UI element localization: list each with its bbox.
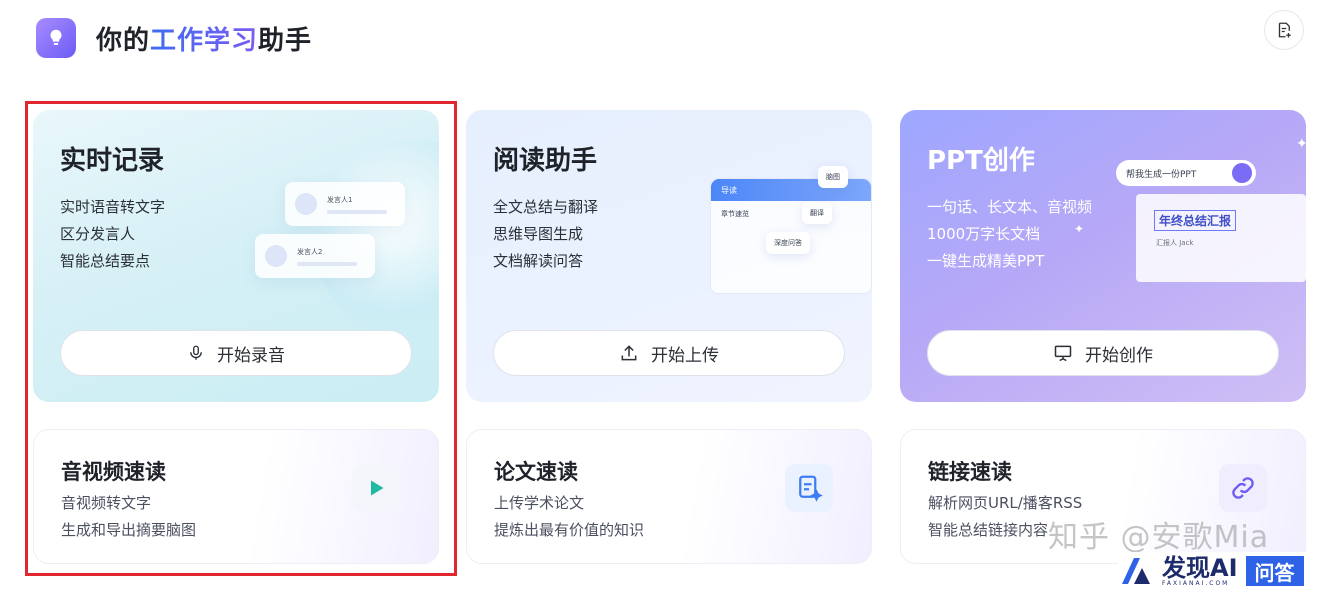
brand-name: 发现AI <box>1162 553 1238 582</box>
brand-url: FAXIANAI.COM <box>1162 579 1230 587</box>
watermark: 知乎 @安歌Mia <box>1048 520 1270 555</box>
send-icon <box>1232 163 1252 183</box>
button-label: 开始上传 <box>651 345 719 366</box>
card-ppt-creation[interactable]: 年终总结汇报 汇报人 Jack 帮我生成一份PPT ✦ ✦ PPT创作 一句话、… <box>900 110 1306 402</box>
ppt-slide-preview: 年终总结汇报 汇报人 Jack <box>1136 194 1306 282</box>
card-paper-speedread[interactable]: 论文速读 上传学术论文 提炼出最有价值的知识 <box>466 429 872 564</box>
ppt-prompt-preview: 帮我生成一份PPT <box>1116 160 1256 186</box>
feature-item: 全文总结与翻译 <box>493 198 599 216</box>
card-title: 论文速读 <box>494 460 578 484</box>
chip-label: 脑图 <box>826 173 840 181</box>
start-creation-button[interactable]: 开始创作 <box>927 330 1279 376</box>
mindmap-chip: 脑图 <box>818 166 848 188</box>
document-sparkle-icon <box>785 464 833 512</box>
presentation-icon <box>1054 345 1072 362</box>
page-title: 你的 工作学习 助手 <box>96 20 312 57</box>
start-upload-button[interactable]: 开始上传 <box>493 330 845 376</box>
title-suffix: 助手 <box>258 25 313 56</box>
slide-author: 汇报人 Jack <box>1156 239 1194 247</box>
brand-qa-label: 问答 <box>1245 556 1304 586</box>
slide-title: 年终总结汇报 <box>1154 210 1237 231</box>
prompt-text: 帮我生成一份PPT <box>1126 169 1197 180</box>
feature-item: 思维导图生成 <box>493 225 584 243</box>
feature-item: 1000万字长文档 <box>927 225 1041 243</box>
feature-item: 一键生成精美PPT <box>927 252 1045 270</box>
card-reading-assistant[interactable]: 导读 章节速览 脑图 翻译 深度问答 阅读助手 全文总结与翻译 思维导图生成 文… <box>466 110 872 402</box>
upload-icon <box>621 345 637 361</box>
title-highlight: 工作学习 <box>150 20 258 57</box>
brand-logo-icon <box>1118 554 1162 588</box>
chip-label: 翻译 <box>810 209 824 217</box>
sparkle-icon: ✦ <box>1296 136 1306 152</box>
chip-label: 深度问答 <box>774 239 802 247</box>
qa-chip: 深度问答 <box>766 232 810 254</box>
feature-list: 一句话、长文本、音视频 1000万字长文档 一键生成精美PPT <box>927 194 1092 275</box>
panel-title: 导读 <box>721 185 737 195</box>
translate-chip: 翻译 <box>802 202 832 224</box>
brand-badge: 发现AI FAXIANAI.COM 问答 <box>1118 552 1330 590</box>
card-title: 阅读助手 <box>493 146 598 176</box>
note-add-button[interactable] <box>1264 10 1304 50</box>
feature-item: 上传学术论文 <box>494 494 585 512</box>
feature-item: 一句话、长文本、音视频 <box>927 198 1093 216</box>
button-label: 开始创作 <box>1085 345 1153 366</box>
feature-item: 文档解读问答 <box>493 252 584 270</box>
page-header: 你的 工作学习 助手 <box>36 16 312 60</box>
link-icon <box>1219 464 1267 512</box>
lightbulb-icon <box>36 18 76 58</box>
card-title: PPT创作 <box>927 146 1035 176</box>
card-title: 链接速读 <box>928 460 1012 484</box>
section-label: 章节速览 <box>721 210 749 218</box>
feature-item: 提炼出最有价值的知识 <box>494 521 645 539</box>
feature-list: 全文总结与翻译 思维导图生成 文档解读问答 <box>493 194 598 275</box>
note-add-icon <box>1278 22 1291 38</box>
title-prefix: 你的 <box>96 25 151 56</box>
feature-list: 上传学术论文 提炼出最有价值的知识 <box>494 490 644 544</box>
selection-highlight <box>25 101 457 576</box>
